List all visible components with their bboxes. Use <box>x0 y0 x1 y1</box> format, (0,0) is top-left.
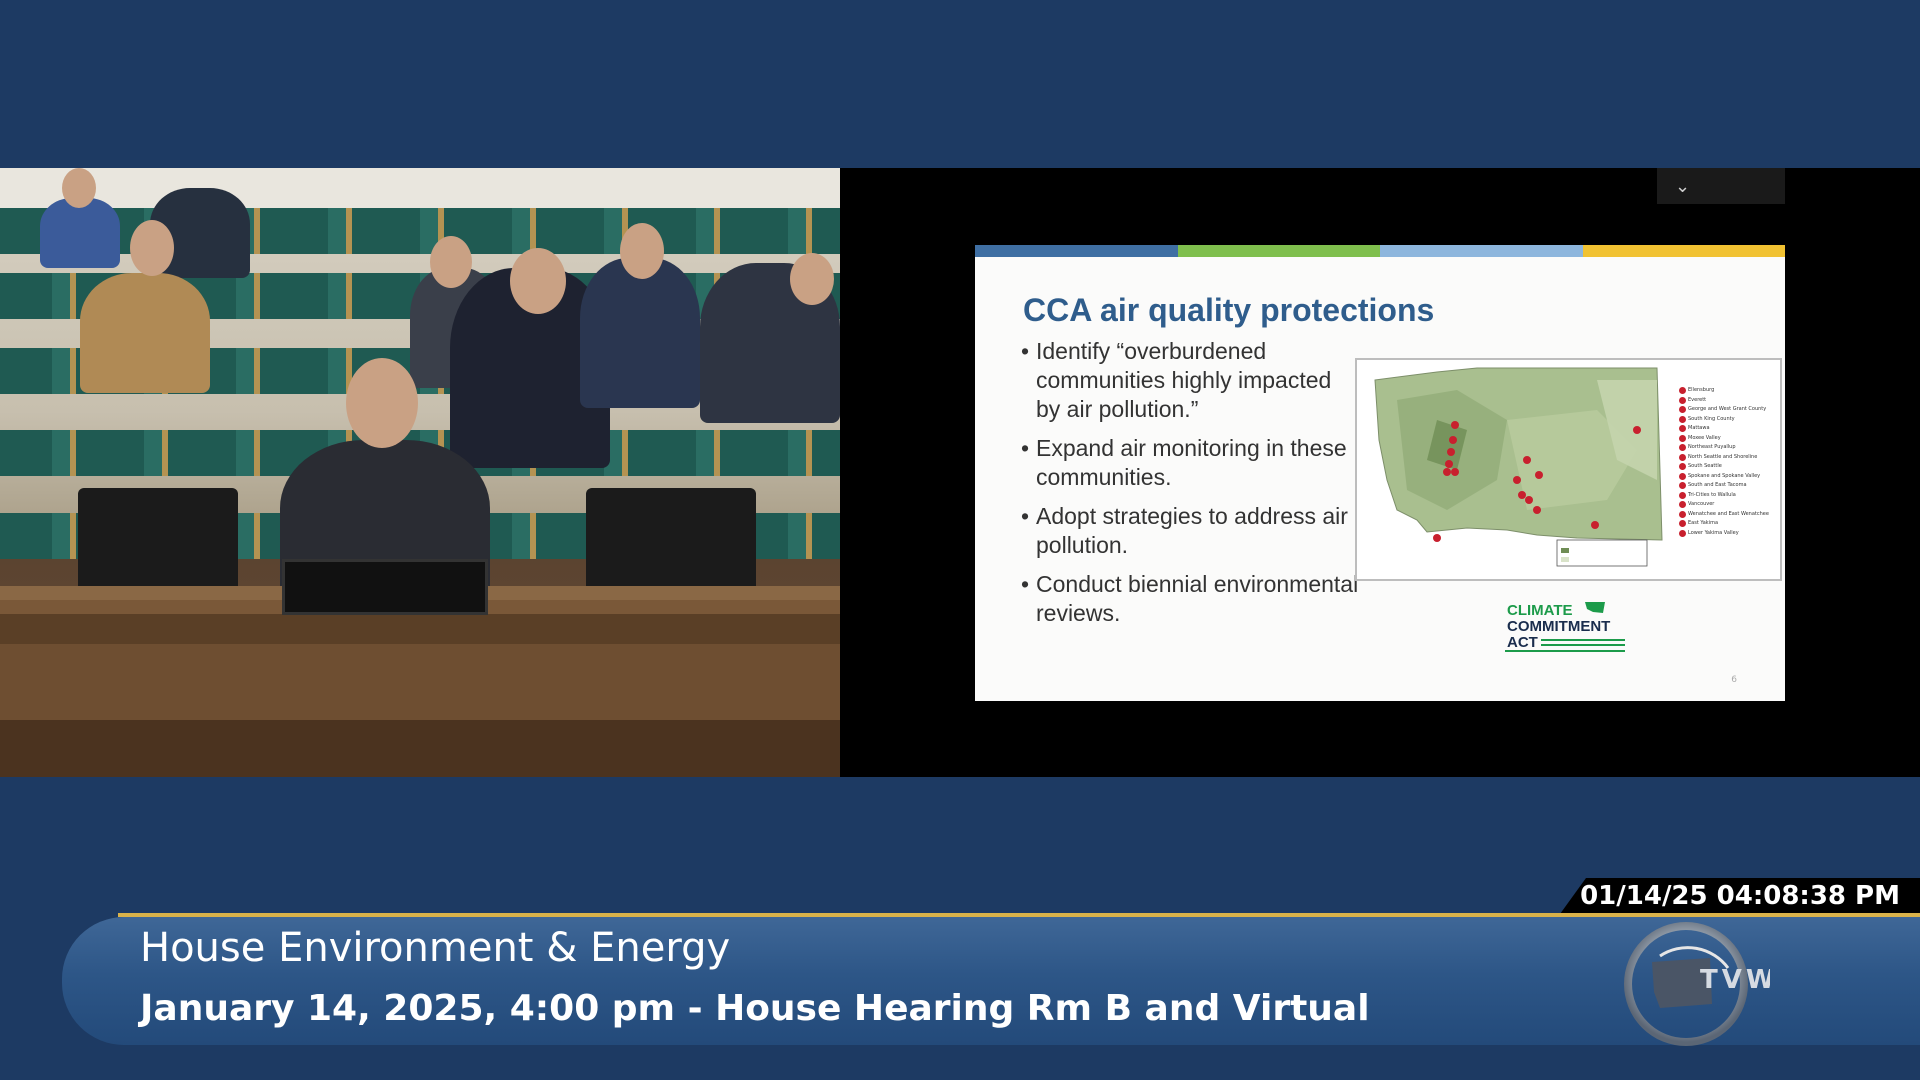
slide-bullet: Identify “overburdened communities highl… <box>1021 337 1361 424</box>
map-legend-item: Northeast Puyallup <box>1679 443 1775 453</box>
slide-accent-bar <box>1380 245 1583 257</box>
washington-map-graphic <box>1374 367 1663 567</box>
map-legend-item: Tri-Cities to Wallula <box>1679 491 1775 501</box>
slide-title: CCA air quality protections <box>1023 292 1435 328</box>
top-band <box>0 0 1920 168</box>
slide-bullet: Expand air monitoring in these communiti… <box>1021 434 1361 492</box>
slide-bullet: Adopt strategies to address air pollutio… <box>1021 502 1361 560</box>
witness-monitor <box>282 559 488 615</box>
logo-line-3: ACT <box>1507 634 1538 651</box>
audience-member-head <box>62 168 96 208</box>
map-legend-item: Ellensburg <box>1679 386 1775 396</box>
map-legend-item: Lower Yakima Valley <box>1679 529 1775 539</box>
climate-commitment-act-logo: CLIMATE COMMITMENT ACT <box>1505 602 1625 652</box>
map-legend-item: Moxee Valley <box>1679 434 1775 444</box>
map-legend-item: South Seattle <box>1679 462 1775 472</box>
audience-member-head <box>130 220 174 276</box>
map-legend-item: George and West Grant County <box>1679 405 1775 415</box>
audience-member <box>40 198 120 268</box>
slide-page-number: 6 <box>1731 675 1737 685</box>
slide-bullet-list: Identify “overburdened communities highl… <box>1021 337 1361 638</box>
audience-member <box>580 258 700 408</box>
slide-bullet: Conduct biennial environmental reviews. <box>1021 570 1361 628</box>
map-legend-item: South and East Tacoma <box>1679 481 1775 491</box>
map-legend-item: Everett <box>1679 396 1775 406</box>
camera-feed <box>0 168 840 777</box>
audience-member <box>80 273 210 393</box>
witness-table <box>0 600 840 777</box>
presentation-dropdown-button[interactable]: ⌄ <box>1657 168 1785 204</box>
audience-member-head <box>430 236 472 288</box>
program-subtitle: January 14, 2025, 4:00 pm - House Hearin… <box>140 988 1370 1029</box>
chevron-down-icon: ⌄ <box>1675 175 1691 197</box>
timestamp: 01/14/25 04:08:38 PM <box>1560 878 1920 914</box>
slide-accent-bar <box>975 245 1178 257</box>
map-legend-item: Wenatchee and East Wenatchee <box>1679 510 1775 520</box>
tvw-logo-text: TVW <box>1700 965 1770 995</box>
map-legend-item: Vancouver <box>1679 500 1775 510</box>
slide-accent-bar <box>1582 245 1785 257</box>
audience-member-head <box>790 253 834 305</box>
speaker-head <box>346 358 418 448</box>
map-legend-item: North Seattle and Shoreline <box>1679 453 1775 463</box>
map-legend-item: Spokane and Spokane Valley <box>1679 472 1775 482</box>
program-title: House Environment & Energy <box>140 925 731 971</box>
audience-chairs-row <box>0 208 840 254</box>
logo-line-1: CLIMATE <box>1507 602 1573 619</box>
map-legend-item: East Yakima <box>1679 519 1775 529</box>
logo-line-2: COMMITMENT <box>1507 618 1610 635</box>
map-legend: Ellensburg Everett George and West Grant… <box>1679 386 1775 538</box>
map-legend-item: South King County <box>1679 415 1775 425</box>
map-legend-item: Mattawa <box>1679 424 1775 434</box>
audience-member-head <box>510 248 566 314</box>
washington-map: Ellensburg Everett George and West Grant… <box>1355 358 1782 581</box>
tvw-logo: TVW <box>1624 922 1770 1046</box>
audience-member-head <box>620 223 664 279</box>
presentation-slide: CCA air quality protections Identify “ov… <box>975 245 1785 701</box>
slide-accent-bar <box>1177 245 1380 257</box>
